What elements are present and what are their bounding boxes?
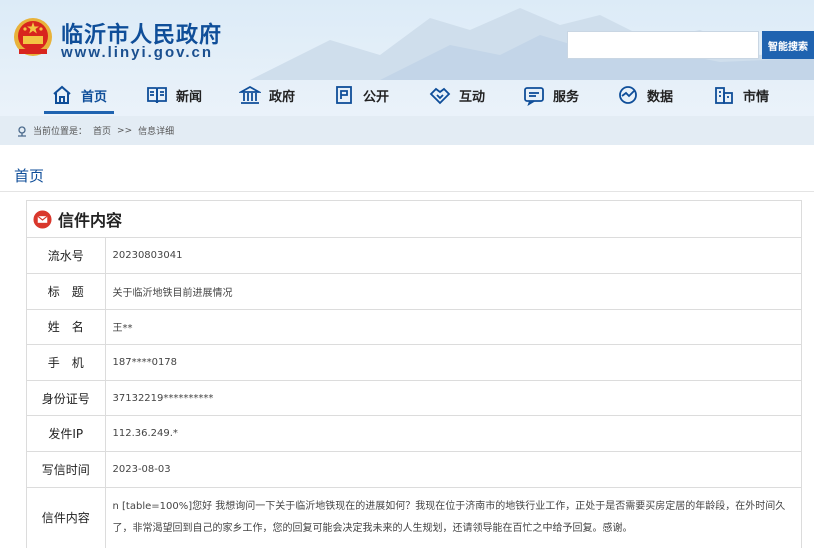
field-label: 手 机 xyxy=(27,344,106,381)
field-label: 姓 名 xyxy=(27,309,106,346)
nav-item-home[interactable]: 首页 xyxy=(51,76,107,114)
nav-item-label: 政府 xyxy=(269,89,296,105)
service-icon xyxy=(524,87,544,106)
nav-item-label: 数据 xyxy=(647,89,674,105)
field-label: 信件内容 xyxy=(27,487,106,548)
home-icon xyxy=(53,85,71,104)
location-pin-icon xyxy=(18,125,26,137)
search-button[interactable]: 智能搜索 xyxy=(762,31,814,59)
letter-panel: 信件内容 流水号 20230803041 标 题 关于临沂地铁目前进展情况 姓 … xyxy=(26,200,802,548)
field-value: 187****0178 xyxy=(105,344,801,381)
nav-item-interaction[interactable]: 互动 xyxy=(429,76,485,114)
nav-item-label: 公开 xyxy=(363,89,390,105)
letter-table: 流水号 20230803041 标 题 关于临沂地铁目前进展情况 姓 名 王**… xyxy=(27,238,801,548)
field-value: 20230803041 xyxy=(105,238,801,275)
disclosure-icon xyxy=(336,86,352,104)
table-row: 发件IP 112.36.249.* xyxy=(27,415,801,453)
nav-item-label: 服务 xyxy=(553,89,580,105)
letter-panel-header: 信件内容 xyxy=(27,201,801,238)
letter-content-text: n [table=100%]您好 我想询问一下关于临沂地铁现在的进展如何？我现在… xyxy=(105,487,801,548)
divider xyxy=(0,191,814,192)
nav-item-label: 互动 xyxy=(459,89,486,105)
national-emblem-icon xyxy=(14,18,52,56)
field-label: 流水号 xyxy=(27,238,106,275)
mail-icon xyxy=(33,209,52,229)
field-label: 写信时间 xyxy=(27,451,106,488)
breadcrumb-separator: >> xyxy=(117,125,133,136)
field-value: 关于临沂地铁目前进展情况 xyxy=(105,273,801,310)
letter-panel-title: 信件内容 xyxy=(58,211,123,230)
nav-item-label: 新闻 xyxy=(176,89,203,105)
data-icon xyxy=(619,86,637,104)
nav-item-city-info[interactable]: 市情 xyxy=(713,76,769,114)
breadcrumb: 当前位置是： 首页 >> 信息详细 xyxy=(0,116,814,145)
nav-item-label: 首页 xyxy=(81,89,108,105)
table-row: 手 机 187****0178 xyxy=(27,344,801,381)
field-value: 37132219********** xyxy=(105,380,801,417)
nav-item-data[interactable]: 数据 xyxy=(617,76,673,114)
field-value: 王** xyxy=(105,309,801,346)
table-row: 写信时间 2023-08-03 xyxy=(27,451,801,488)
table-row: 身份证号 37132219********** xyxy=(27,380,801,417)
table-row: 姓 名 王** xyxy=(27,309,801,346)
field-label: 发件IP xyxy=(27,415,106,453)
handshake-icon xyxy=(429,87,451,105)
breadcrumb-prefix: 当前位置是： xyxy=(33,127,88,137)
active-tab-indicator xyxy=(44,111,114,114)
newspaper-icon xyxy=(147,87,167,104)
government-building-icon xyxy=(239,85,261,104)
table-row: 流水号 20230803041 xyxy=(27,238,801,275)
breadcrumb-current[interactable]: 信息详细 xyxy=(138,124,174,137)
breadcrumb-home-link[interactable]: 首页 xyxy=(93,124,111,137)
field-label: 身份证号 xyxy=(27,380,106,417)
city-icon xyxy=(715,87,733,104)
nav-item-government[interactable]: 政府 xyxy=(239,76,295,114)
nav-item-disclosure[interactable]: 公开 xyxy=(333,76,389,114)
field-value: 112.36.249.* xyxy=(105,415,801,453)
table-row: 标 题 关于临沂地铁目前进展情况 xyxy=(27,273,801,310)
field-value: 2023-08-03 xyxy=(105,451,801,488)
nav-item-news[interactable]: 新闻 xyxy=(146,76,202,114)
main-nav: 首页 新闻 政府 公开 互动 服务 数据 市情 xyxy=(0,76,814,114)
nav-item-label: 市情 xyxy=(743,89,770,105)
table-row: 信件内容 n [table=100%]您好 我想询问一下关于临沂地铁现在的进展如… xyxy=(27,487,801,548)
site-url: www.linyi.gov.cn xyxy=(61,44,214,61)
field-label: 标 题 xyxy=(27,273,106,310)
search-input[interactable] xyxy=(567,31,759,59)
nav-item-service[interactable]: 服务 xyxy=(523,76,579,114)
page-heading: 首页 xyxy=(14,167,45,185)
